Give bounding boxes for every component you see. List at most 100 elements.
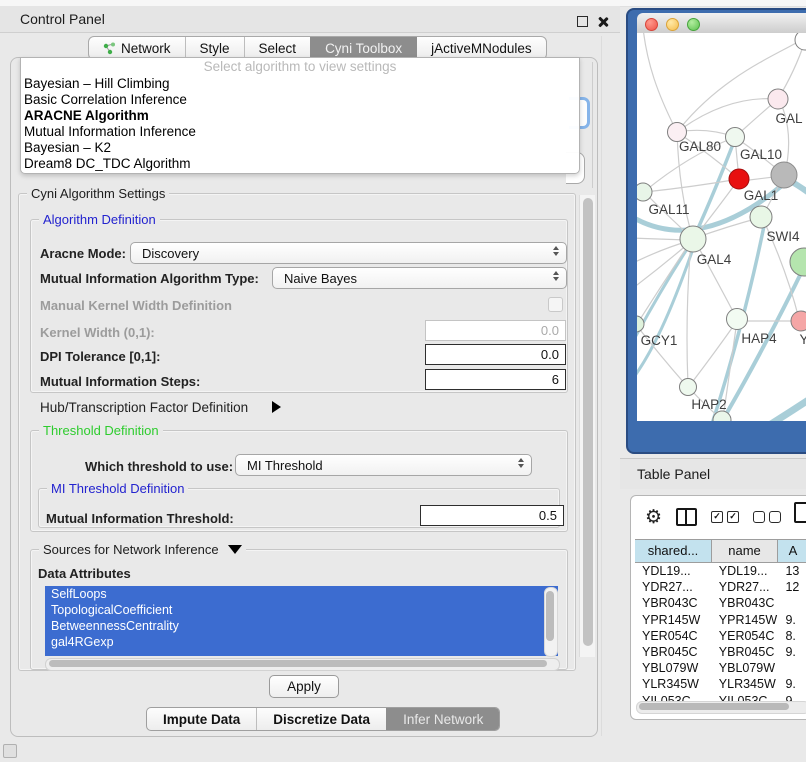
deselect-all-icon[interactable] (753, 511, 781, 523)
network-edge-highlighted[interactable] (637, 243, 691, 345)
table-cell (778, 660, 806, 676)
network-node-gal1[interactable] (729, 169, 749, 189)
data-attributes-list[interactable]: SelfLoopsTopologicalCoefficientBetweenne… (45, 586, 558, 656)
dropdown-item-mutual-information-inference[interactable]: Mutual Information Inference (21, 124, 579, 140)
dropdown-item-bayesian-hill-climbing[interactable]: Bayesian – Hill Climbing (21, 76, 579, 92)
network-node[interactable] (790, 248, 806, 276)
table-cell: YDL19... (635, 563, 712, 579)
mi-threshold-field[interactable]: 0.5 (420, 505, 564, 526)
select-all-icon[interactable]: ✓ ✓ (711, 511, 739, 523)
float-panel-icon[interactable] (577, 16, 588, 27)
attributes-vertical-scrollbar[interactable] (544, 587, 558, 657)
table-row[interactable]: YDL19...YDL19...13 (635, 563, 806, 579)
attribute-item-gal4rgexp[interactable]: gal4RGexp (45, 634, 558, 650)
table-hscroll-thumb[interactable] (639, 703, 789, 710)
dropdown-item-dream8-dc-tdc-algorithm[interactable]: Dream8 DC_TDC Algorithm (21, 156, 579, 172)
network-node-gal10[interactable] (726, 128, 745, 147)
attribute-item-partial[interactable] (45, 650, 558, 656)
dpi-tolerance-field[interactable]: 0.0 (425, 344, 566, 365)
attribute-item-topologicalcoefficient[interactable]: TopologicalCoefficient (45, 602, 558, 618)
attribute-item-selfloops[interactable]: SelfLoops (45, 586, 558, 602)
gear-icon[interactable]: ⚙ (645, 507, 662, 527)
network-node-gal4[interactable] (680, 226, 706, 252)
network-node-gal[interactable] (768, 89, 788, 109)
table-cell: YLR345W (712, 676, 779, 692)
table-cell: YER054C (712, 628, 779, 644)
network-edge[interactable] (643, 33, 677, 132)
export-table-icon[interactable] (794, 502, 806, 523)
bottom-tab-impute-data[interactable]: Impute Data (147, 708, 256, 730)
attribute-item-betweennesscentrality[interactable]: BetweennessCentrality (45, 618, 558, 634)
tab-jactivemnodules[interactable]: jActiveMNodules (416, 37, 546, 59)
network-edge[interactable] (690, 321, 737, 385)
window-zoom-icon[interactable] (687, 18, 700, 31)
network-node-swi4[interactable] (750, 206, 772, 228)
network-graph: GALGAL80GAL10GAL1GAL11SWI4GAL4GCY1HAP4YH… (637, 33, 806, 421)
attributes-horizontal-scrollbar[interactable] (45, 658, 560, 671)
attributes-scroll-thumb[interactable] (546, 591, 554, 641)
which-threshold-value: MI Threshold (247, 458, 323, 473)
column-header-a[interactable]: A (778, 540, 806, 562)
network-icon (103, 42, 116, 55)
table-cell: 9. (778, 612, 806, 628)
tab-network[interactable]: Network (89, 37, 185, 59)
mi-type-combobox[interactable]: Naive Bayes (272, 267, 567, 289)
network-node-gal11[interactable] (637, 183, 652, 201)
expand-right-icon[interactable] (272, 400, 281, 418)
table-row[interactable]: YBR043CYBR043C (635, 595, 806, 611)
network-edge-highlighted[interactable] (763, 393, 806, 421)
network-node-hap4[interactable] (727, 309, 748, 330)
network-node[interactable] (795, 33, 806, 50)
window-minimize-icon[interactable] (666, 18, 679, 31)
tab-cyni-toolbox[interactable]: Cyni Toolbox (310, 37, 416, 59)
app-screen: Control Panel NetworkStyleSelectCyni Too… (0, 0, 806, 762)
mi-steps-field[interactable]: 6 (425, 369, 566, 390)
mi-threshold-group-title: MI Threshold Definition (47, 481, 188, 496)
network-edge[interactable] (645, 179, 739, 192)
network-edge[interactable] (637, 241, 691, 324)
kernel-width-field[interactable]: 0.0 (425, 320, 566, 341)
network-canvas[interactable]: GALGAL80GAL10GAL1GAL11SWI4GAL4GCY1HAP4YH… (637, 33, 806, 421)
table-cell: YDL19... (712, 563, 779, 579)
aracne-mode-combobox[interactable]: Discovery (130, 242, 567, 264)
collapse-down-icon[interactable] (228, 542, 242, 557)
bottom-tab-discretize-data[interactable]: Discretize Data (256, 708, 386, 730)
column-header-name[interactable]: name (712, 540, 778, 562)
table-cell: YPR145W (635, 612, 712, 628)
tab-style[interactable]: Style (185, 37, 244, 59)
split-columns-icon[interactable] (676, 508, 697, 526)
bottom-tab-infer-network[interactable]: Infer Network (386, 708, 499, 730)
settings-vertical-scrollbar[interactable] (579, 195, 595, 657)
network-node[interactable] (771, 162, 797, 188)
table-row[interactable]: YLR345WYLR345W9. (635, 676, 806, 692)
apply-button[interactable]: Apply (269, 675, 339, 698)
table-horizontal-scrollbar[interactable] (636, 701, 806, 714)
table-row[interactable]: YPR145WYPR145W9. (635, 612, 806, 628)
network-node-gcy1[interactable] (637, 316, 644, 332)
network-window-titlebar[interactable] (637, 13, 806, 34)
table-row[interactable]: YDR27...YDR27...12 (635, 579, 806, 595)
which-threshold-combobox[interactable]: MI Threshold (235, 454, 532, 476)
dropdown-item-bayesian-k2[interactable]: Bayesian – K2 (21, 140, 579, 156)
table-row[interactable]: YER054CYER054C8. (635, 628, 806, 644)
column-header-shared[interactable]: shared... (635, 540, 712, 562)
table-row[interactable]: YBL079WYBL079W (635, 660, 806, 676)
network-node-y[interactable] (791, 311, 806, 331)
panel-corner-icon[interactable] (3, 744, 17, 758)
close-panel-icon[interactable] (596, 15, 609, 28)
window-close-icon[interactable] (645, 18, 658, 31)
table-row[interactable]: YBR045CYBR045C9. (635, 644, 806, 660)
table-cell: 8. (778, 628, 806, 644)
panel-divider (601, 36, 602, 736)
settings-scroll-thumb[interactable] (583, 198, 593, 646)
attributes-hscroll-thumb[interactable] (49, 660, 547, 667)
dropdown-item-aracne-algorithm[interactable]: ARACNE Algorithm (21, 108, 579, 124)
dropdown-item-basic-correlation-inference[interactable]: Basic Correlation Inference (21, 92, 579, 108)
network-edge-highlighted[interactable] (637, 243, 695, 381)
network-node-hap2[interactable] (680, 379, 697, 396)
manual-kernel-label: Manual Kernel Width Definition (40, 298, 232, 313)
tab-select[interactable]: Select (244, 37, 311, 59)
kernel-width-value: 0.0 (541, 323, 559, 338)
threshold-definition-title: Threshold Definition (39, 423, 163, 438)
manual-kernel-checkbox[interactable] (548, 297, 563, 312)
